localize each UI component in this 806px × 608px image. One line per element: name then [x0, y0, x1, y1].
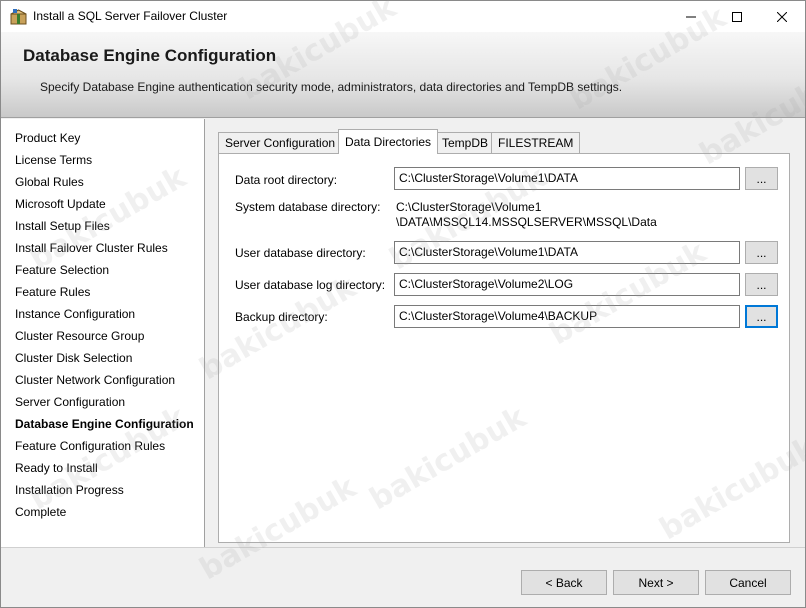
data-directories-panel: Data root directory: C:\ClusterStorage\V… — [218, 153, 790, 543]
sidebar-item-instance-configuration[interactable]: Instance Configuration — [15, 307, 135, 321]
user-database-directory-label: User database directory: — [235, 246, 366, 260]
sidebar-item-cluster-resource-group[interactable]: Cluster Resource Group — [15, 329, 144, 343]
data-root-browse-button[interactable]: ... — [745, 167, 778, 190]
user-database-directory-input[interactable]: C:\ClusterStorage\Volume1\DATA — [394, 241, 740, 264]
user-database-log-browse-button[interactable]: ... — [745, 273, 778, 296]
sidebar-item-cluster-network-configuration[interactable]: Cluster Network Configuration — [15, 373, 175, 387]
minimize-icon — [686, 16, 696, 17]
sidebar-item-install-failover-cluster-rules[interactable]: Install Failover Cluster Rules — [15, 241, 168, 255]
main-content: Server Configuration Data Directories Te… — [206, 119, 805, 547]
sidebar-item-license-terms[interactable]: License Terms — [15, 153, 92, 167]
sidebar-item-feature-rules[interactable]: Feature Rules — [15, 285, 90, 299]
setup-steps-sidebar: Product Key License Terms Global Rules M… — [1, 119, 205, 547]
data-root-directory-input[interactable]: C:\ClusterStorage\Volume1\DATA — [394, 167, 740, 190]
data-root-directory-label: Data root directory: — [235, 173, 338, 187]
close-icon — [777, 11, 787, 22]
tab-filestream[interactable]: FILESTREAM — [491, 132, 581, 153]
window-title: Install a SQL Server Failover Cluster — [33, 9, 228, 23]
sidebar-item-complete[interactable]: Complete — [15, 505, 66, 519]
sidebar-item-database-engine-configuration[interactable]: Database Engine Configuration — [15, 417, 194, 431]
sql-setup-box-icon — [10, 9, 27, 25]
tab-data-directories[interactable]: Data Directories — [338, 129, 439, 154]
maximize-icon — [732, 11, 742, 22]
system-database-directory-label: System database directory: — [235, 200, 381, 214]
page-description: Specify Database Engine authentication s… — [40, 80, 623, 94]
close-button[interactable] — [759, 1, 805, 32]
sidebar-item-product-key[interactable]: Product Key — [15, 131, 80, 145]
sidebar-item-feature-selection[interactable]: Feature Selection — [15, 263, 109, 277]
sidebar-item-installation-progress[interactable]: Installation Progress — [15, 483, 124, 497]
back-button[interactable]: < Back — [521, 570, 607, 595]
backup-directory-label: Backup directory: — [235, 310, 328, 324]
next-button[interactable]: Next > — [613, 570, 699, 595]
cancel-button[interactable]: Cancel — [705, 570, 791, 595]
page-title: Database Engine Configuration — [23, 46, 277, 65]
sidebar-item-microsoft-update[interactable]: Microsoft Update — [15, 197, 106, 211]
maximize-button[interactable] — [714, 1, 760, 32]
sidebar-item-global-rules[interactable]: Global Rules — [15, 175, 84, 189]
system-database-directory-value-line1: C:\ClusterStorage\Volume1 — [396, 200, 542, 214]
sidebar-item-feature-configuration-rules[interactable]: Feature Configuration Rules — [15, 439, 165, 453]
sidebar-item-install-setup-files[interactable]: Install Setup Files — [15, 219, 110, 233]
user-database-log-directory-label: User database log directory: — [235, 278, 386, 292]
system-database-directory-value-line2: \DATA\MSSQL14.MSSQLSERVER\MSSQL\Data — [396, 215, 657, 229]
sidebar-item-server-configuration[interactable]: Server Configuration — [15, 395, 125, 409]
title-bar[interactable]: Install a SQL Server Failover Cluster — [1, 1, 805, 32]
user-database-browse-button[interactable]: ... — [745, 241, 778, 264]
wizard-footer: < Back Next > Cancel — [1, 547, 805, 607]
backup-browse-button[interactable]: ... — [745, 305, 778, 328]
tab-tempdb[interactable]: TempDB — [435, 132, 496, 153]
backup-directory-input[interactable]: C:\ClusterStorage\Volume4\BACKUP — [394, 305, 740, 328]
sidebar-item-ready-to-install[interactable]: Ready to Install — [15, 461, 98, 475]
minimize-button[interactable] — [668, 1, 714, 32]
installer-window: Install a SQL Server Failover Cluster Da… — [0, 0, 806, 608]
sidebar-item-cluster-disk-selection[interactable]: Cluster Disk Selection — [15, 351, 132, 365]
user-database-log-directory-input[interactable]: C:\ClusterStorage\Volume2\LOG — [394, 273, 740, 296]
tab-server-configuration[interactable]: Server Configuration — [218, 132, 343, 153]
header-banner: Database Engine Configuration Specify Da… — [1, 32, 805, 118]
